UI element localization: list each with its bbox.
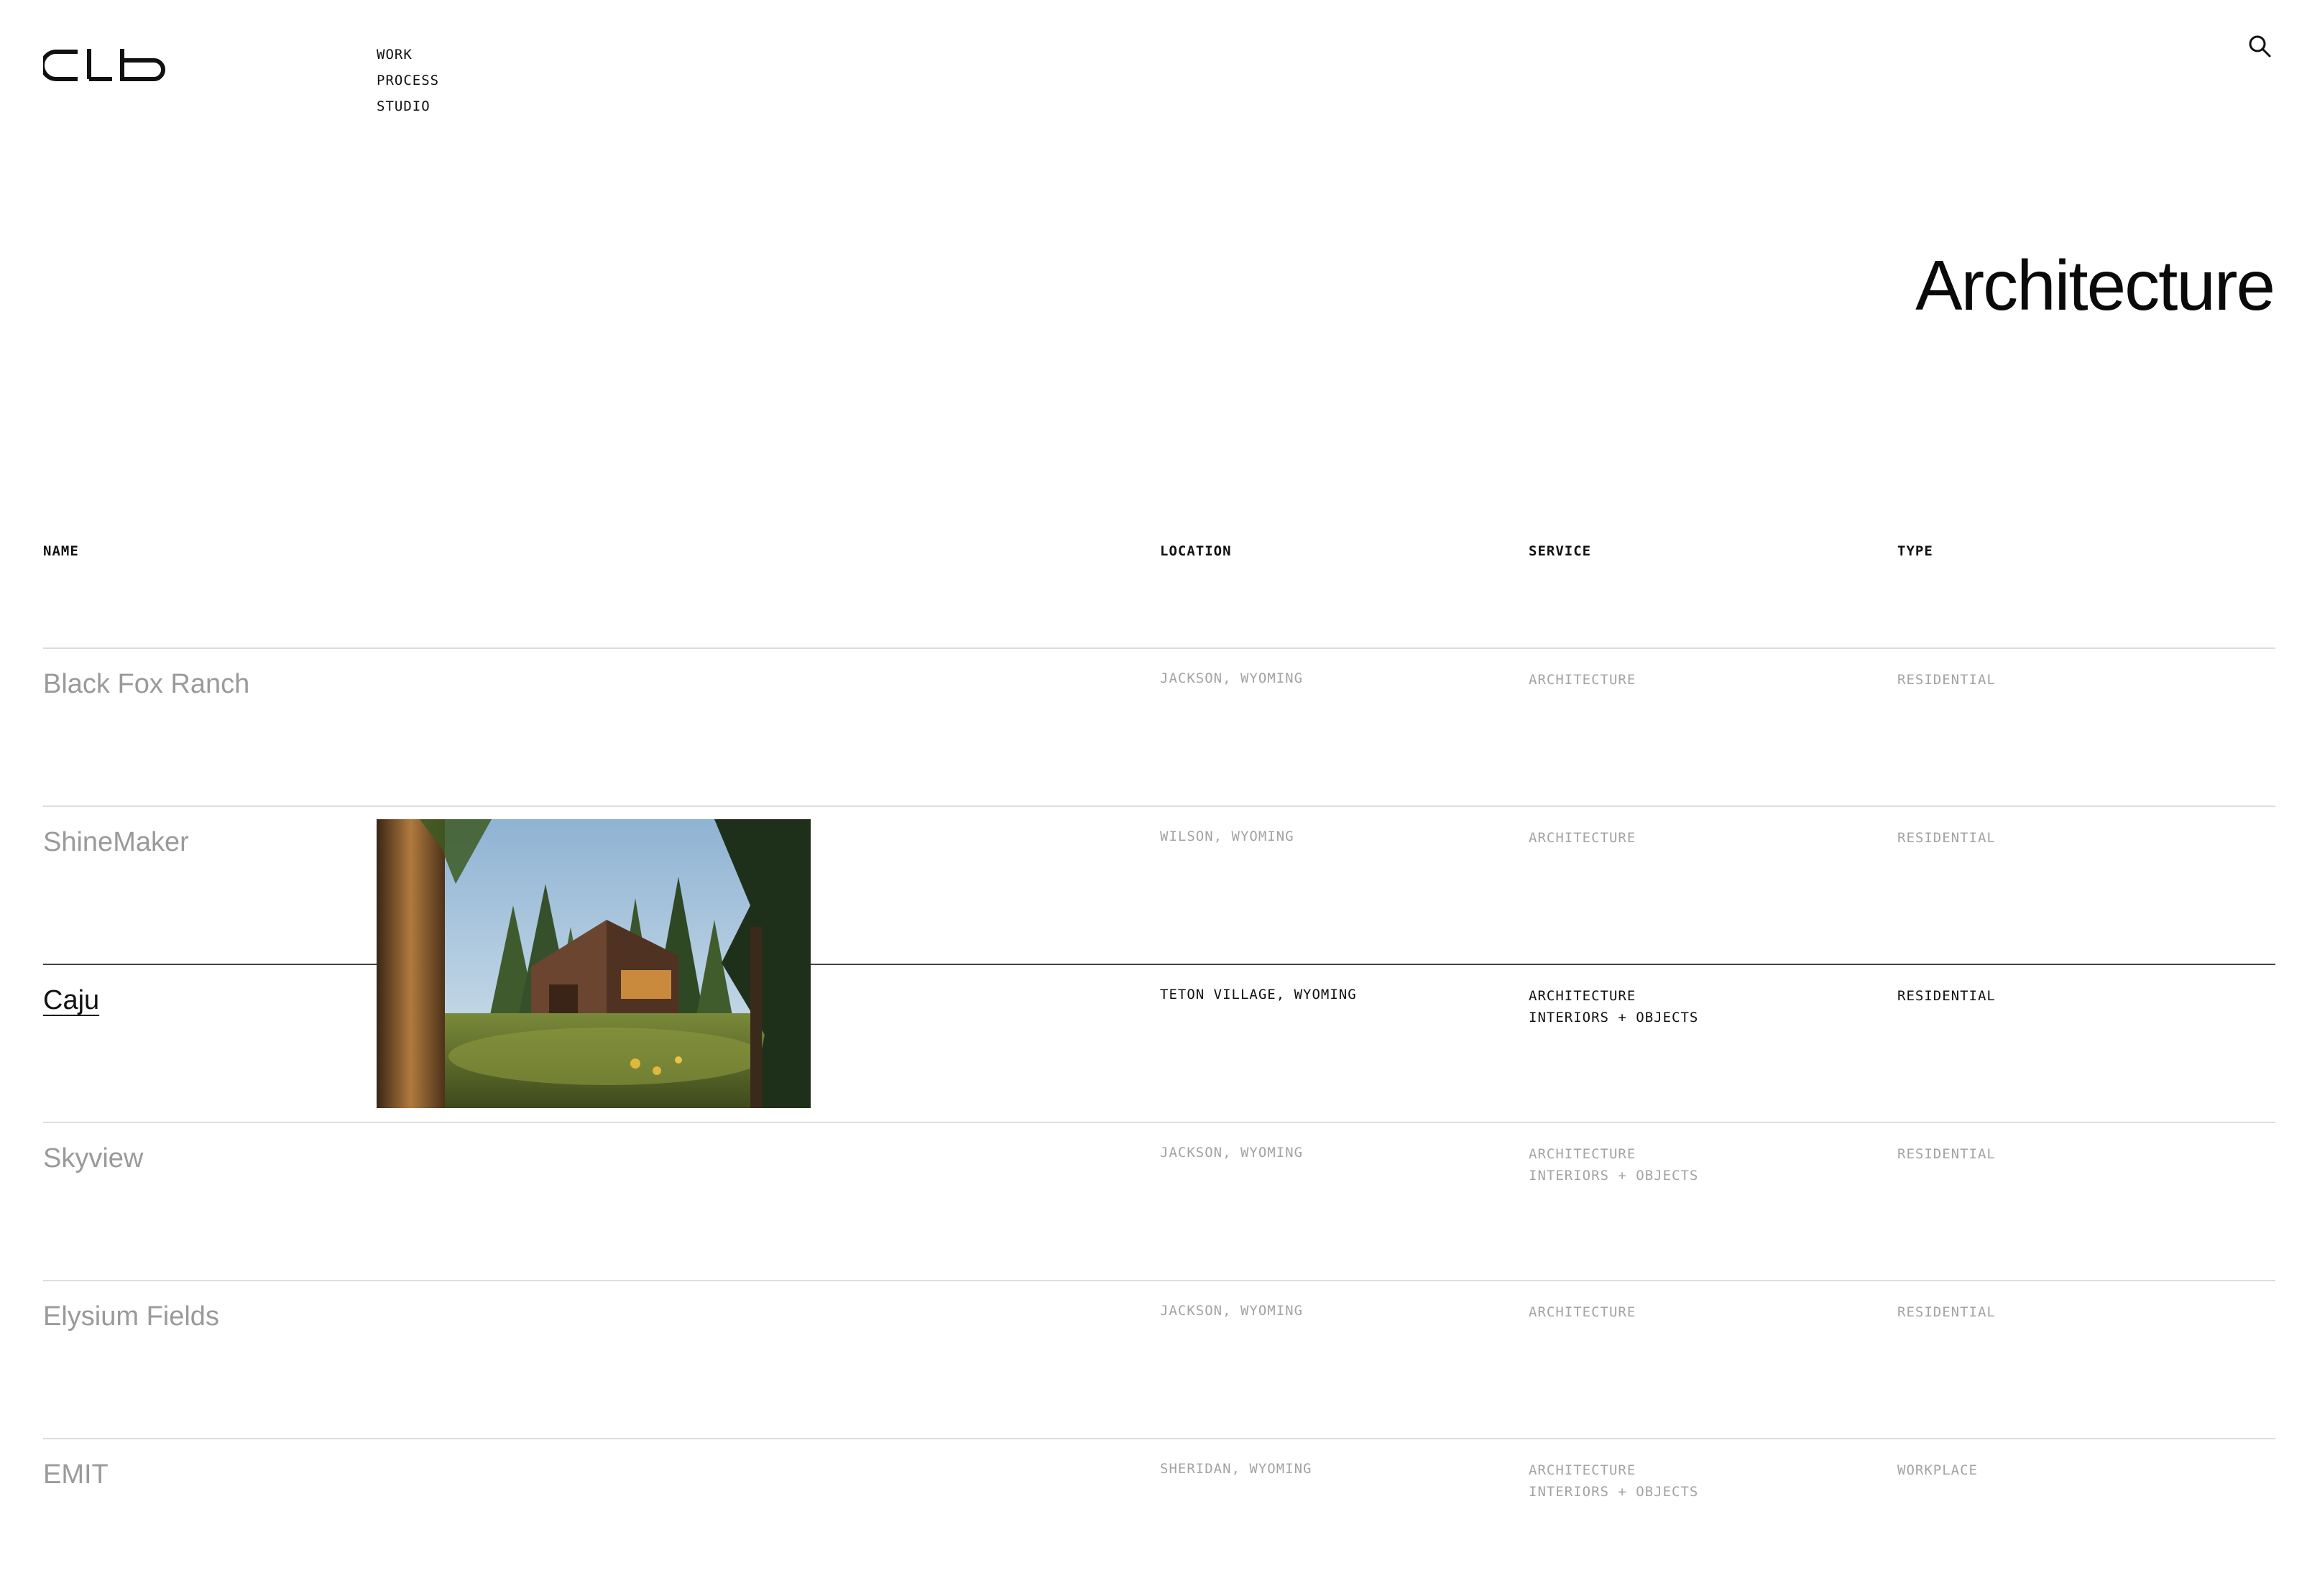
forest-house-photo <box>377 819 811 1108</box>
project-name[interactable]: Elysium Fields <box>43 1301 219 1332</box>
project-row-emit[interactable]: EMIT SHERIDAN, WYOMING ARCHITECTURE INTE… <box>43 1438 2275 1596</box>
search-icon <box>2249 35 2271 57</box>
project-type: WORKPLACE <box>1897 1462 1978 1478</box>
row-divider <box>43 806 2275 807</box>
project-location: JACKSON, WYOMING <box>1160 670 1304 686</box>
project-type: RESIDENTIAL <box>1897 1146 1996 1162</box>
project-name[interactable]: Skyview <box>43 1143 143 1174</box>
nav-item-process[interactable]: PROCESS <box>377 68 439 93</box>
project-row-skyview[interactable]: Skyview JACKSON, WYOMING ARCHITECTURE IN… <box>43 1122 2275 1280</box>
project-location: TETON VILLAGE, WYOMING <box>1160 987 1357 1002</box>
project-preview-image[interactable] <box>377 819 811 1108</box>
column-header-location[interactable]: LOCATION <box>1160 543 1232 559</box>
column-header-service[interactable]: SERVICE <box>1529 543 1591 559</box>
project-name[interactable]: Black Fox Ranch <box>43 669 249 700</box>
row-divider <box>43 1122 2275 1123</box>
page-title: Architecture <box>1915 246 2275 325</box>
project-location: SHERIDAN, WYOMING <box>1160 1461 1312 1477</box>
project-location: JACKSON, WYOMING <box>1160 1145 1304 1161</box>
main-nav: WORK PROCESS STUDIO <box>377 42 439 119</box>
brand-logo[interactable] <box>40 46 167 82</box>
row-divider <box>43 1280 2275 1281</box>
project-service: ARCHITECTURE <box>1529 672 1636 688</box>
row-divider <box>43 647 2275 649</box>
project-name[interactable]: ShineMaker <box>43 827 189 858</box>
project-row-elysium-fields[interactable]: Elysium Fields JACKSON, WYOMING ARCHITEC… <box>43 1280 2275 1438</box>
clb-logo-mark <box>40 49 165 81</box>
column-header-type[interactable]: TYPE <box>1897 543 1933 559</box>
project-location: WILSON, WYOMING <box>1160 829 1294 844</box>
project-type: RESIDENTIAL <box>1897 988 1996 1004</box>
project-service: ARCHITECTURE <box>1529 1304 1636 1320</box>
project-service: ARCHITECTURE <box>1529 830 1636 846</box>
project-row-black-fox-ranch[interactable]: Black Fox Ranch JACKSON, WYOMING ARCHITE… <box>43 647 2275 806</box>
project-name[interactable]: Caju <box>43 985 99 1016</box>
row-divider <box>43 1438 2275 1439</box>
project-service: ARCHITECTURE INTERIORS + OBJECTS <box>1529 1462 1699 1500</box>
project-service: ARCHITECTURE INTERIORS + OBJECTS <box>1529 988 1699 1025</box>
project-service: ARCHITECTURE INTERIORS + OBJECTS <box>1529 1146 1699 1184</box>
nav-item-studio[interactable]: STUDIO <box>377 93 439 119</box>
project-name[interactable]: EMIT <box>43 1459 109 1490</box>
search-button[interactable] <box>2247 33 2273 59</box>
project-type: RESIDENTIAL <box>1897 830 1996 846</box>
nav-item-work[interactable]: WORK <box>377 42 439 68</box>
column-header-name[interactable]: NAME <box>43 543 79 559</box>
project-type: RESIDENTIAL <box>1897 672 1996 688</box>
project-location: JACKSON, WYOMING <box>1160 1303 1304 1319</box>
project-type: RESIDENTIAL <box>1897 1304 1996 1320</box>
